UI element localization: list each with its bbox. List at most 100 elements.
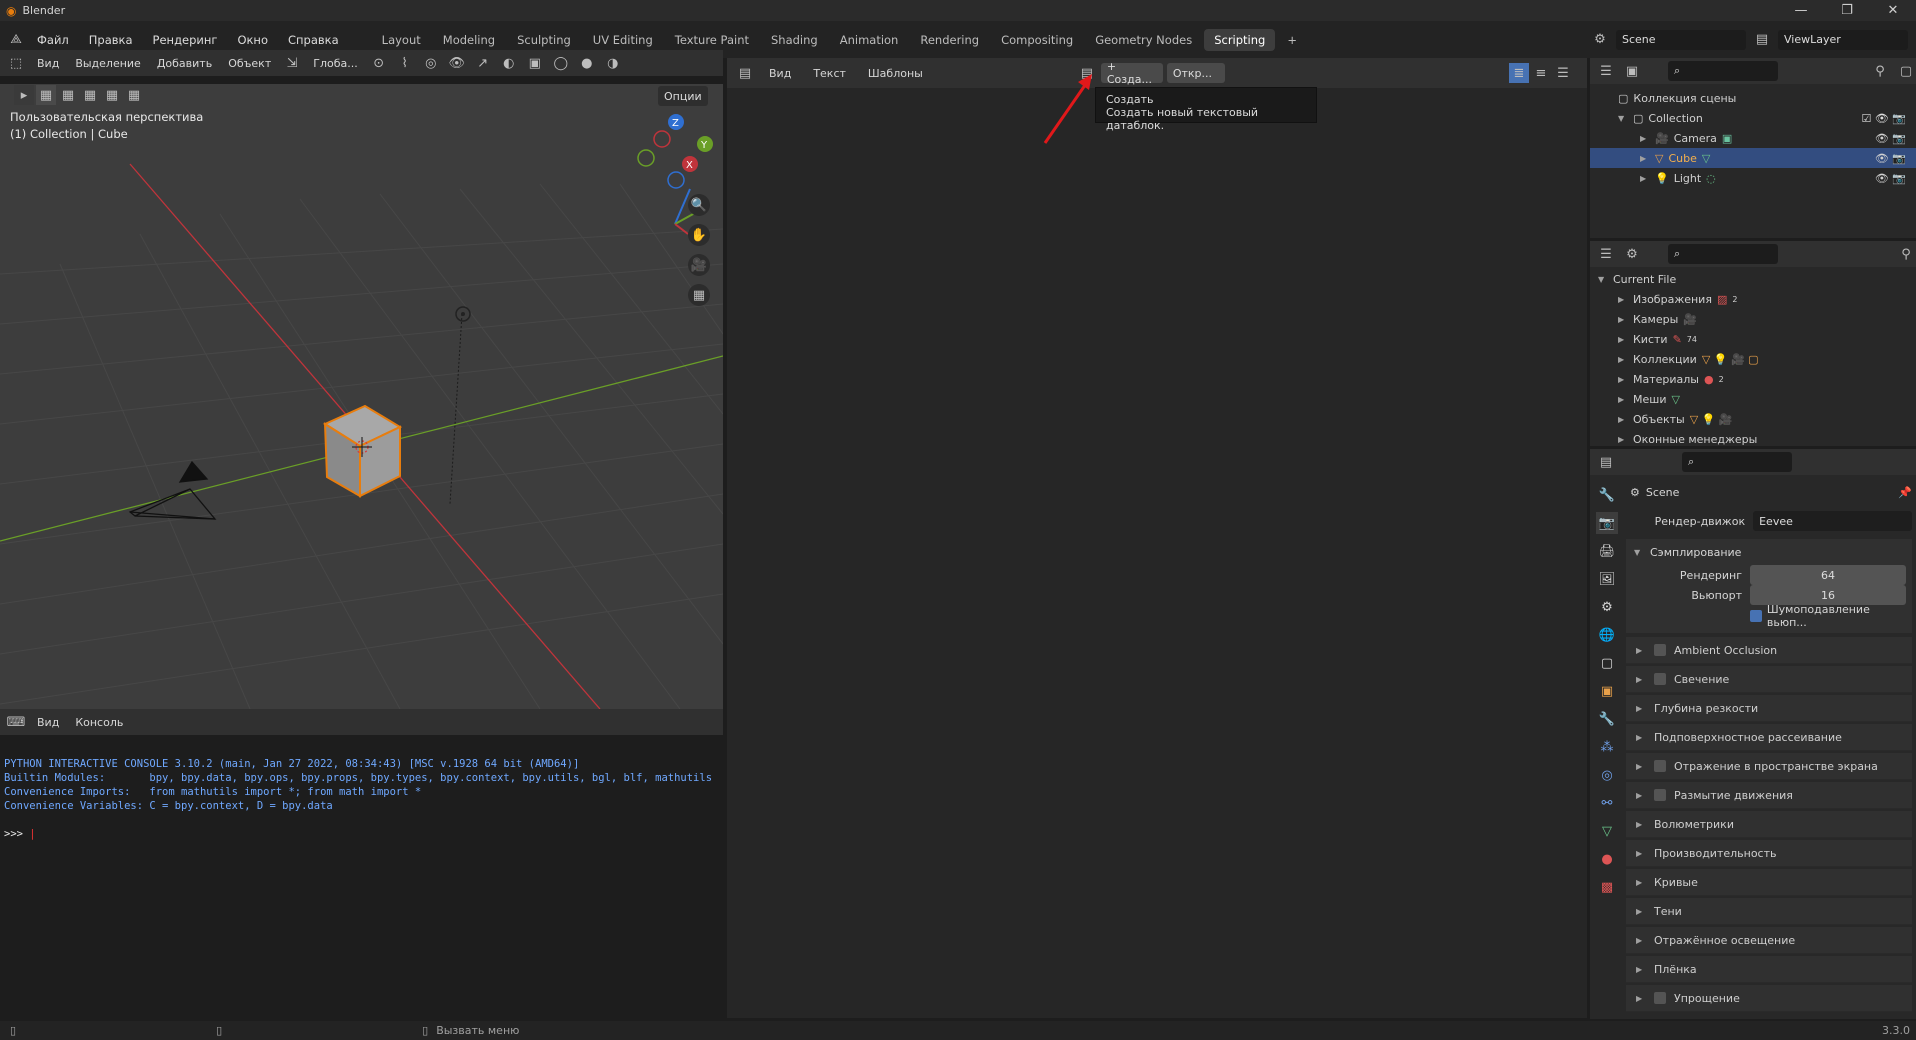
menu-edit[interactable]: Правка: [80, 33, 142, 47]
panel-ambient-occlusion[interactable]: ▶ Ambient Occlusion: [1626, 637, 1912, 664]
tab-sculpting[interactable]: Sculpting: [507, 29, 581, 51]
output-tab-icon[interactable]: 🖨: [1596, 540, 1618, 562]
console-menu-console[interactable]: Консоль: [70, 716, 128, 729]
blender-menu-icon[interactable]: ⟁: [6, 30, 26, 50]
viewport-menu-add[interactable]: Добавить: [152, 57, 217, 70]
datablock-row[interactable]: ▶ Коллекции ▽ 💡 🎥 ▢: [1590, 349, 1916, 369]
data-tab-icon[interactable]: ▽: [1596, 820, 1618, 842]
expand-icon[interactable]: ▶: [1636, 791, 1646, 800]
panel-ssr[interactable]: ▶ Отражение в пространстве экрана: [1626, 753, 1912, 780]
expand-icon[interactable]: ▼: [1618, 114, 1628, 123]
panel-checkbox[interactable]: [1654, 760, 1666, 772]
render-engine-dropdown[interactable]: Eevee: [1753, 511, 1912, 531]
expand-icon[interactable]: ▼: [1598, 275, 1608, 284]
render-tab-icon[interactable]: 📷: [1596, 512, 1618, 534]
expand-icon[interactable]: ▶: [1618, 315, 1628, 324]
tool-tab-icon[interactable]: 🔧: [1596, 484, 1618, 506]
datablock-row[interactable]: ▶ Меши ▽: [1590, 389, 1916, 409]
viewport-menu-view[interactable]: Вид: [32, 57, 64, 70]
overlay-icon[interactable]: ◐: [499, 53, 519, 73]
expand-icon[interactable]: ▶: [1618, 295, 1628, 304]
visibility-toggles[interactable]: 👁 📷: [1875, 172, 1916, 185]
menu-file[interactable]: Файл: [28, 33, 78, 47]
tab-geometry-nodes[interactable]: Geometry Nodes: [1085, 29, 1202, 51]
tab-rendering[interactable]: Rendering: [910, 29, 989, 51]
text-menu-text[interactable]: Текст: [805, 67, 854, 80]
word-wrap-icon[interactable]: ≡: [1531, 63, 1551, 83]
sampling-header[interactable]: ▼ Сэмплирование: [1626, 539, 1912, 565]
expand-icon[interactable]: ▶: [1636, 762, 1646, 771]
outliner-type-icon[interactable]: ☰: [1596, 244, 1616, 264]
display-mode-icon[interactable]: ⚙: [1622, 244, 1642, 264]
camera-view-icon[interactable]: 🎥: [688, 254, 710, 276]
panel-checkbox[interactable]: [1654, 644, 1666, 656]
datablock-row[interactable]: ▶ Камеры 🎥: [1590, 309, 1916, 329]
tab-layout[interactable]: Layout: [372, 29, 431, 51]
panel-depth-of-field[interactable]: ▶ Глубина резкости: [1626, 695, 1912, 722]
panel-volumetrics[interactable]: ▶ Волюметрики: [1626, 811, 1912, 838]
expand-icon[interactable]: ▶: [1636, 878, 1646, 887]
material-shading-icon[interactable]: ◑: [603, 53, 623, 73]
snap-icon[interactable]: ⌇: [395, 53, 415, 73]
expand-icon[interactable]: ▶: [1636, 907, 1646, 916]
filter-icon[interactable]: ⚲: [1896, 244, 1916, 264]
panel-checkbox[interactable]: [1654, 992, 1666, 1004]
panel-film[interactable]: ▶ Плёнка: [1626, 956, 1912, 983]
tab-shading[interactable]: Shading: [761, 29, 828, 51]
expand-icon[interactable]: ▶: [1636, 704, 1646, 713]
panel-simplify[interactable]: ▶ Упрощение: [1626, 985, 1912, 1012]
syntax-highlight-icon[interactable]: ☰: [1553, 63, 1573, 83]
material-tab-icon[interactable]: ●: [1596, 848, 1618, 870]
expand-icon[interactable]: ▶: [1640, 154, 1650, 163]
expand-icon[interactable]: ▶: [1636, 936, 1646, 945]
scene-icon[interactable]: ⚙: [1590, 30, 1610, 50]
properties-search[interactable]: ⌕: [1682, 452, 1792, 472]
panel-shadows[interactable]: ▶ Тени: [1626, 898, 1912, 925]
wireframe-shading-icon[interactable]: ◯: [551, 53, 571, 73]
expand-icon[interactable]: ▶: [1640, 174, 1650, 183]
minimize-button[interactable]: —: [1778, 3, 1824, 18]
panel-curves[interactable]: ▶ Кривые: [1626, 869, 1912, 896]
viewport-samples-field[interactable]: 16: [1750, 585, 1906, 605]
visibility-toggles[interactable]: ☑ 👁 📷: [1861, 112, 1916, 125]
tab-animation[interactable]: Animation: [830, 29, 909, 51]
outliner-item[interactable]: ▶ ▽ Cube ▽ 👁 📷: [1590, 148, 1916, 168]
ortho-grid-icon[interactable]: ▦: [688, 284, 710, 306]
scene-collection-row[interactable]: ▢ Коллекция сцены: [1590, 88, 1916, 108]
collapse-icon[interactable]: ▼: [1634, 548, 1644, 557]
visibility-toggles[interactable]: 👁 📷: [1875, 152, 1916, 165]
close-button[interactable]: ✕: [1870, 3, 1916, 18]
datablock-row[interactable]: ▶ Изображения ▨ 2: [1590, 289, 1916, 309]
gizmo-icon[interactable]: ↗: [473, 53, 493, 73]
text-menu-templates[interactable]: Шаблоны: [860, 67, 931, 80]
panel-subsurface[interactable]: ▶ Подповерхностное рассеивание: [1626, 724, 1912, 751]
visibility-icon[interactable]: 👁: [447, 53, 467, 73]
modifier-tab-icon[interactable]: 🔧: [1596, 708, 1618, 730]
outliner[interactable]: ☰ ▣ ⌕ ⚲ ▢ ▢ Коллекция сцены ▼ ▢ Collecti…: [1590, 58, 1916, 238]
object-tab-icon[interactable]: ▣: [1596, 680, 1618, 702]
text-editor-type-icon[interactable]: ▤: [735, 63, 755, 83]
line-numbers-icon[interactable]: ≣: [1509, 63, 1529, 83]
menu-render[interactable]: Рендеринг: [144, 33, 227, 47]
view-layer-icon[interactable]: ▤: [1752, 30, 1772, 50]
expand-icon[interactable]: ▶: [1618, 395, 1628, 404]
outliner-search[interactable]: ⌕: [1668, 61, 1778, 81]
filter-icon[interactable]: ⚲: [1870, 61, 1890, 81]
physics-tab-icon[interactable]: ◎: [1596, 764, 1618, 786]
xray-icon[interactable]: ▣: [525, 53, 545, 73]
collection-tab-icon[interactable]: ▢: [1596, 652, 1618, 674]
expand-icon[interactable]: ▶: [1618, 355, 1628, 364]
pin-icon[interactable]: 📌: [1898, 486, 1912, 499]
blend-file-search[interactable]: ⌕: [1668, 244, 1778, 264]
denoise-checkbox[interactable]: [1750, 610, 1762, 622]
scene-selector[interactable]: Scene: [1616, 29, 1746, 50]
outliner-item[interactable]: ▶ 🎥 Camera ▣ 👁 📷: [1590, 128, 1916, 148]
properties-type-icon[interactable]: ▤: [1596, 452, 1616, 472]
datablock-row[interactable]: ▶ Объекты ▽ 💡 🎥: [1590, 409, 1916, 429]
menu-help[interactable]: Справка: [279, 33, 348, 47]
display-mode-icon[interactable]: ▣: [1622, 61, 1642, 81]
viewport-menu-object[interactable]: Объект: [223, 57, 276, 70]
menu-window[interactable]: Окно: [228, 33, 277, 47]
orientation-dropdown[interactable]: Глоба...: [308, 57, 362, 70]
current-file-row[interactable]: ▼ Current File: [1590, 269, 1916, 289]
